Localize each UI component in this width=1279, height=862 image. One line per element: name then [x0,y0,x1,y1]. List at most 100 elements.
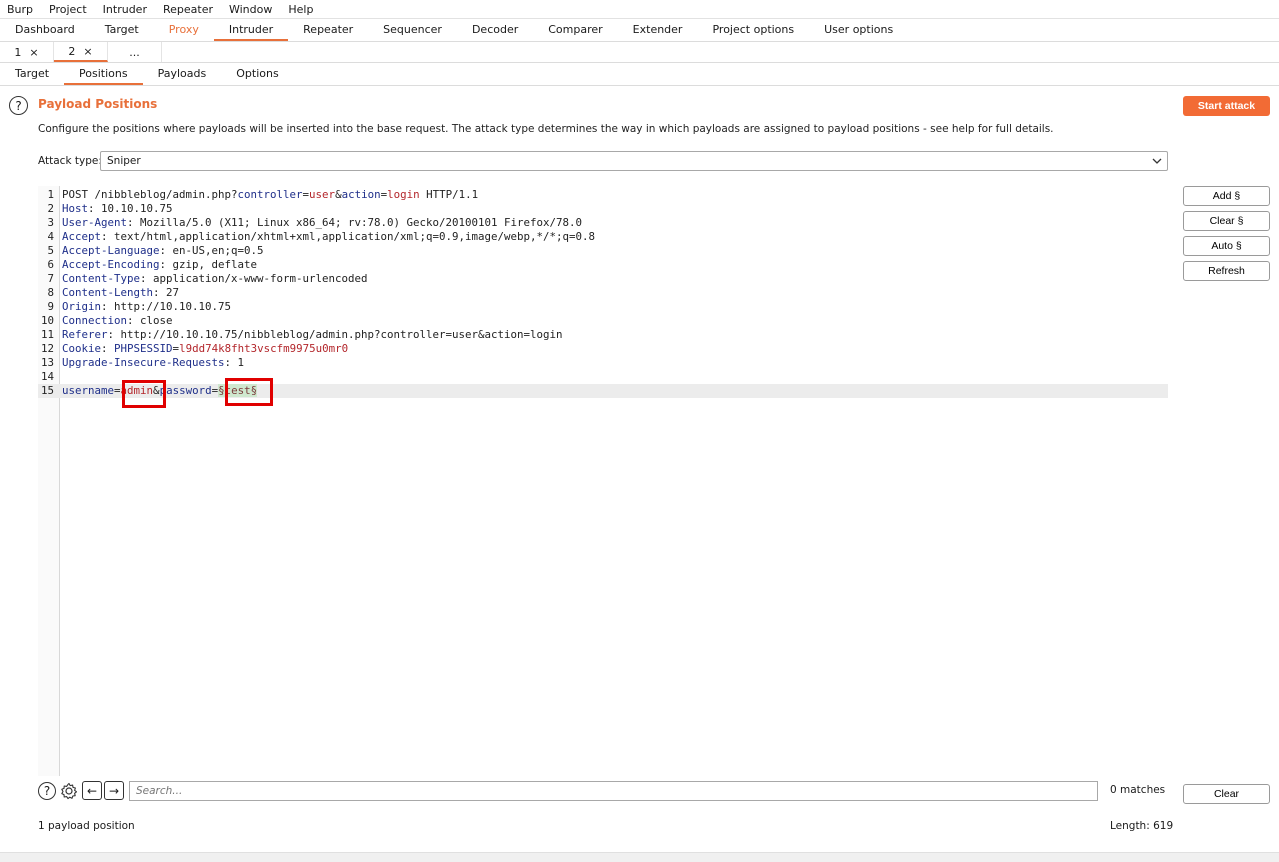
line-number: 10 [40,314,54,327]
clear-search-button[interactable]: Clear [1183,784,1270,804]
request-line: 14 [38,370,1168,384]
request-line: 2 Host: 10.10.10.75 [38,202,1168,216]
intruder-instance-tabs: 1 × 2 ×... [0,42,1279,63]
instance-tab-3[interactable]: ... [108,42,162,62]
main-tab-bar: Dashboard Target Proxy Intruder Repeater Sequ… [0,19,1279,42]
tab-comparer[interactable]: Comparer [533,19,617,41]
text-segment: : [101,342,115,355]
tab-proxy[interactable]: Proxy [154,19,214,41]
param-value: user [309,188,336,201]
tab-payloads[interactable]: Payloads [143,63,222,85]
line-number: 9 [47,300,54,313]
line-number: 1 [47,188,54,201]
refresh-button[interactable]: Refresh [1183,261,1270,281]
request-line: 12 Cookie: PHPSESSID=l9dd74k8fht3vscfm997… [38,342,1168,356]
header-name: PHPSESSID [114,342,173,355]
chevron-down-icon [1151,154,1163,171]
menu-item-help[interactable]: Help [280,0,321,19]
line-number: 13 [40,356,54,369]
tab-target[interactable]: Target [0,63,64,85]
line-text: Cookie: PHPSESSID=l9dd74k8fht3vscfm9975u… [62,342,348,356]
auto-markers-button[interactable]: Auto § [1183,236,1270,256]
menu-item-intruder[interactable]: Intruder [95,0,155,19]
help-icon[interactable]: ? [9,96,28,115]
request-editor[interactable]: 1 POST /nibbleblog/admin.php?controller=u… [38,186,1168,776]
add-marker-button[interactable]: Add § [1183,186,1270,206]
attack-type-label: Attack type: [38,155,102,167]
line-text: Connection: close [62,314,173,328]
text-segment: : close [127,314,173,327]
gear-icon[interactable] [59,781,78,800]
request-line: 11 Referer: http://10.10.10.75/nibbleblog… [38,328,1168,342]
header-name: Upgrade-Insecure-Requests [62,356,225,369]
text-segment: : 1 [224,356,245,369]
text-segment: : http://10.10.10.75/nibbleblog/admin.ph… [107,328,563,341]
line-number: 3 [47,216,54,229]
instance-tab-1[interactable]: 1 × [0,42,54,62]
request-line: 7 Content-Type: application/x-www-form-ur… [38,272,1168,286]
tab-positions[interactable]: Positions [64,63,143,85]
header-name: Accept-Encoding [62,258,160,271]
instance-tab-label: ... [129,45,140,59]
header-name: controller [237,188,303,201]
previous-match-button[interactable]: ← [82,781,102,800]
request-line: 5 Accept-Language: en-US,en;q=0.5 [38,244,1168,258]
tab-options[interactable]: Options [221,63,293,85]
attack-type-select[interactable]: Sniper [100,151,1168,171]
header-name: Host [62,202,89,215]
tab-decoder[interactable]: Decoder [457,19,533,41]
start-attack-button[interactable]: Start attack [1183,96,1270,116]
request-line: 9 Origin: http://10.10.10.75 [38,300,1168,314]
line-text: Content-Length: 27 [62,286,179,300]
header-name: Content-Length [62,286,154,299]
text-segment: POST /nibbleblog/admin.php? [62,188,238,201]
line-number: 6 [47,258,54,271]
next-match-button[interactable]: → [104,781,124,800]
close-icon[interactable]: × [83,45,92,58]
line-text: POST /nibbleblog/admin.php?controller=us… [62,188,478,202]
panel-description: Configure the positions where payloads w… [38,123,1054,135]
tab-sequencer[interactable]: Sequencer [368,19,457,41]
line-number: 12 [40,342,54,355]
attack-type-value: Sniper [107,155,141,167]
annotation-box-test [225,378,273,406]
line-text: Accept-Encoding: gzip, deflate [62,258,257,272]
line-number: 4 [47,230,54,243]
menu-item-burp[interactable]: Burp [0,0,41,19]
instance-tab-label: 1 [14,45,22,59]
menu-item-window[interactable]: Window [221,0,280,19]
line-text: Host: 10.10.10.75 [62,202,173,216]
close-icon[interactable]: × [29,46,38,59]
annotation-box-admin [122,380,166,408]
tab-target[interactable]: Target [90,19,154,41]
tab-dashboard[interactable]: Dashboard [0,19,90,41]
request-line: 4 Accept: text/html,application/xhtml+xml… [38,230,1168,244]
header-name: Connection [62,314,128,327]
request-line: 8 Content-Length: 27 [38,286,1168,300]
text-segment: : 27 [153,286,180,299]
text-segment: : application/x-www-form-urlencoded [140,272,368,285]
menu-item-repeater[interactable]: Repeater [155,0,221,19]
request-line: 13 Upgrade-Insecure-Requests: 1 [38,356,1168,370]
search-input[interactable]: Search... [129,781,1098,801]
line-text: Origin: http://10.10.10.75 [62,300,231,314]
header-name: Accept [62,230,102,243]
tab-extender[interactable]: Extender [618,19,698,41]
tab-project-options[interactable]: Project options [697,19,809,41]
tab-repeater[interactable]: Repeater [288,19,368,41]
request-line: 3 User-Agent: Mozilla/5.0 (X11; Linux x86… [38,216,1168,230]
tab-intruder[interactable]: Intruder [213,19,289,41]
tab-user-options[interactable]: User options [809,19,908,41]
header-name: Cookie [62,342,102,355]
request-length: Length: 619 [1110,820,1174,832]
match-count: 0 matches [1110,784,1166,796]
search-help-icon[interactable]: ? [38,782,56,800]
instance-tab-2[interactable]: 2 × [54,42,108,62]
menu-item-project[interactable]: Project [41,0,95,19]
line-text: User-Agent: Mozilla/5.0 (X11; Linux x86_… [62,216,582,230]
header-name: password [159,384,212,397]
header-name: Content-Type [62,272,141,285]
header-name: Origin [62,300,102,313]
line-number: 8 [47,286,54,299]
clear-markers-button[interactable]: Clear § [1183,211,1270,231]
